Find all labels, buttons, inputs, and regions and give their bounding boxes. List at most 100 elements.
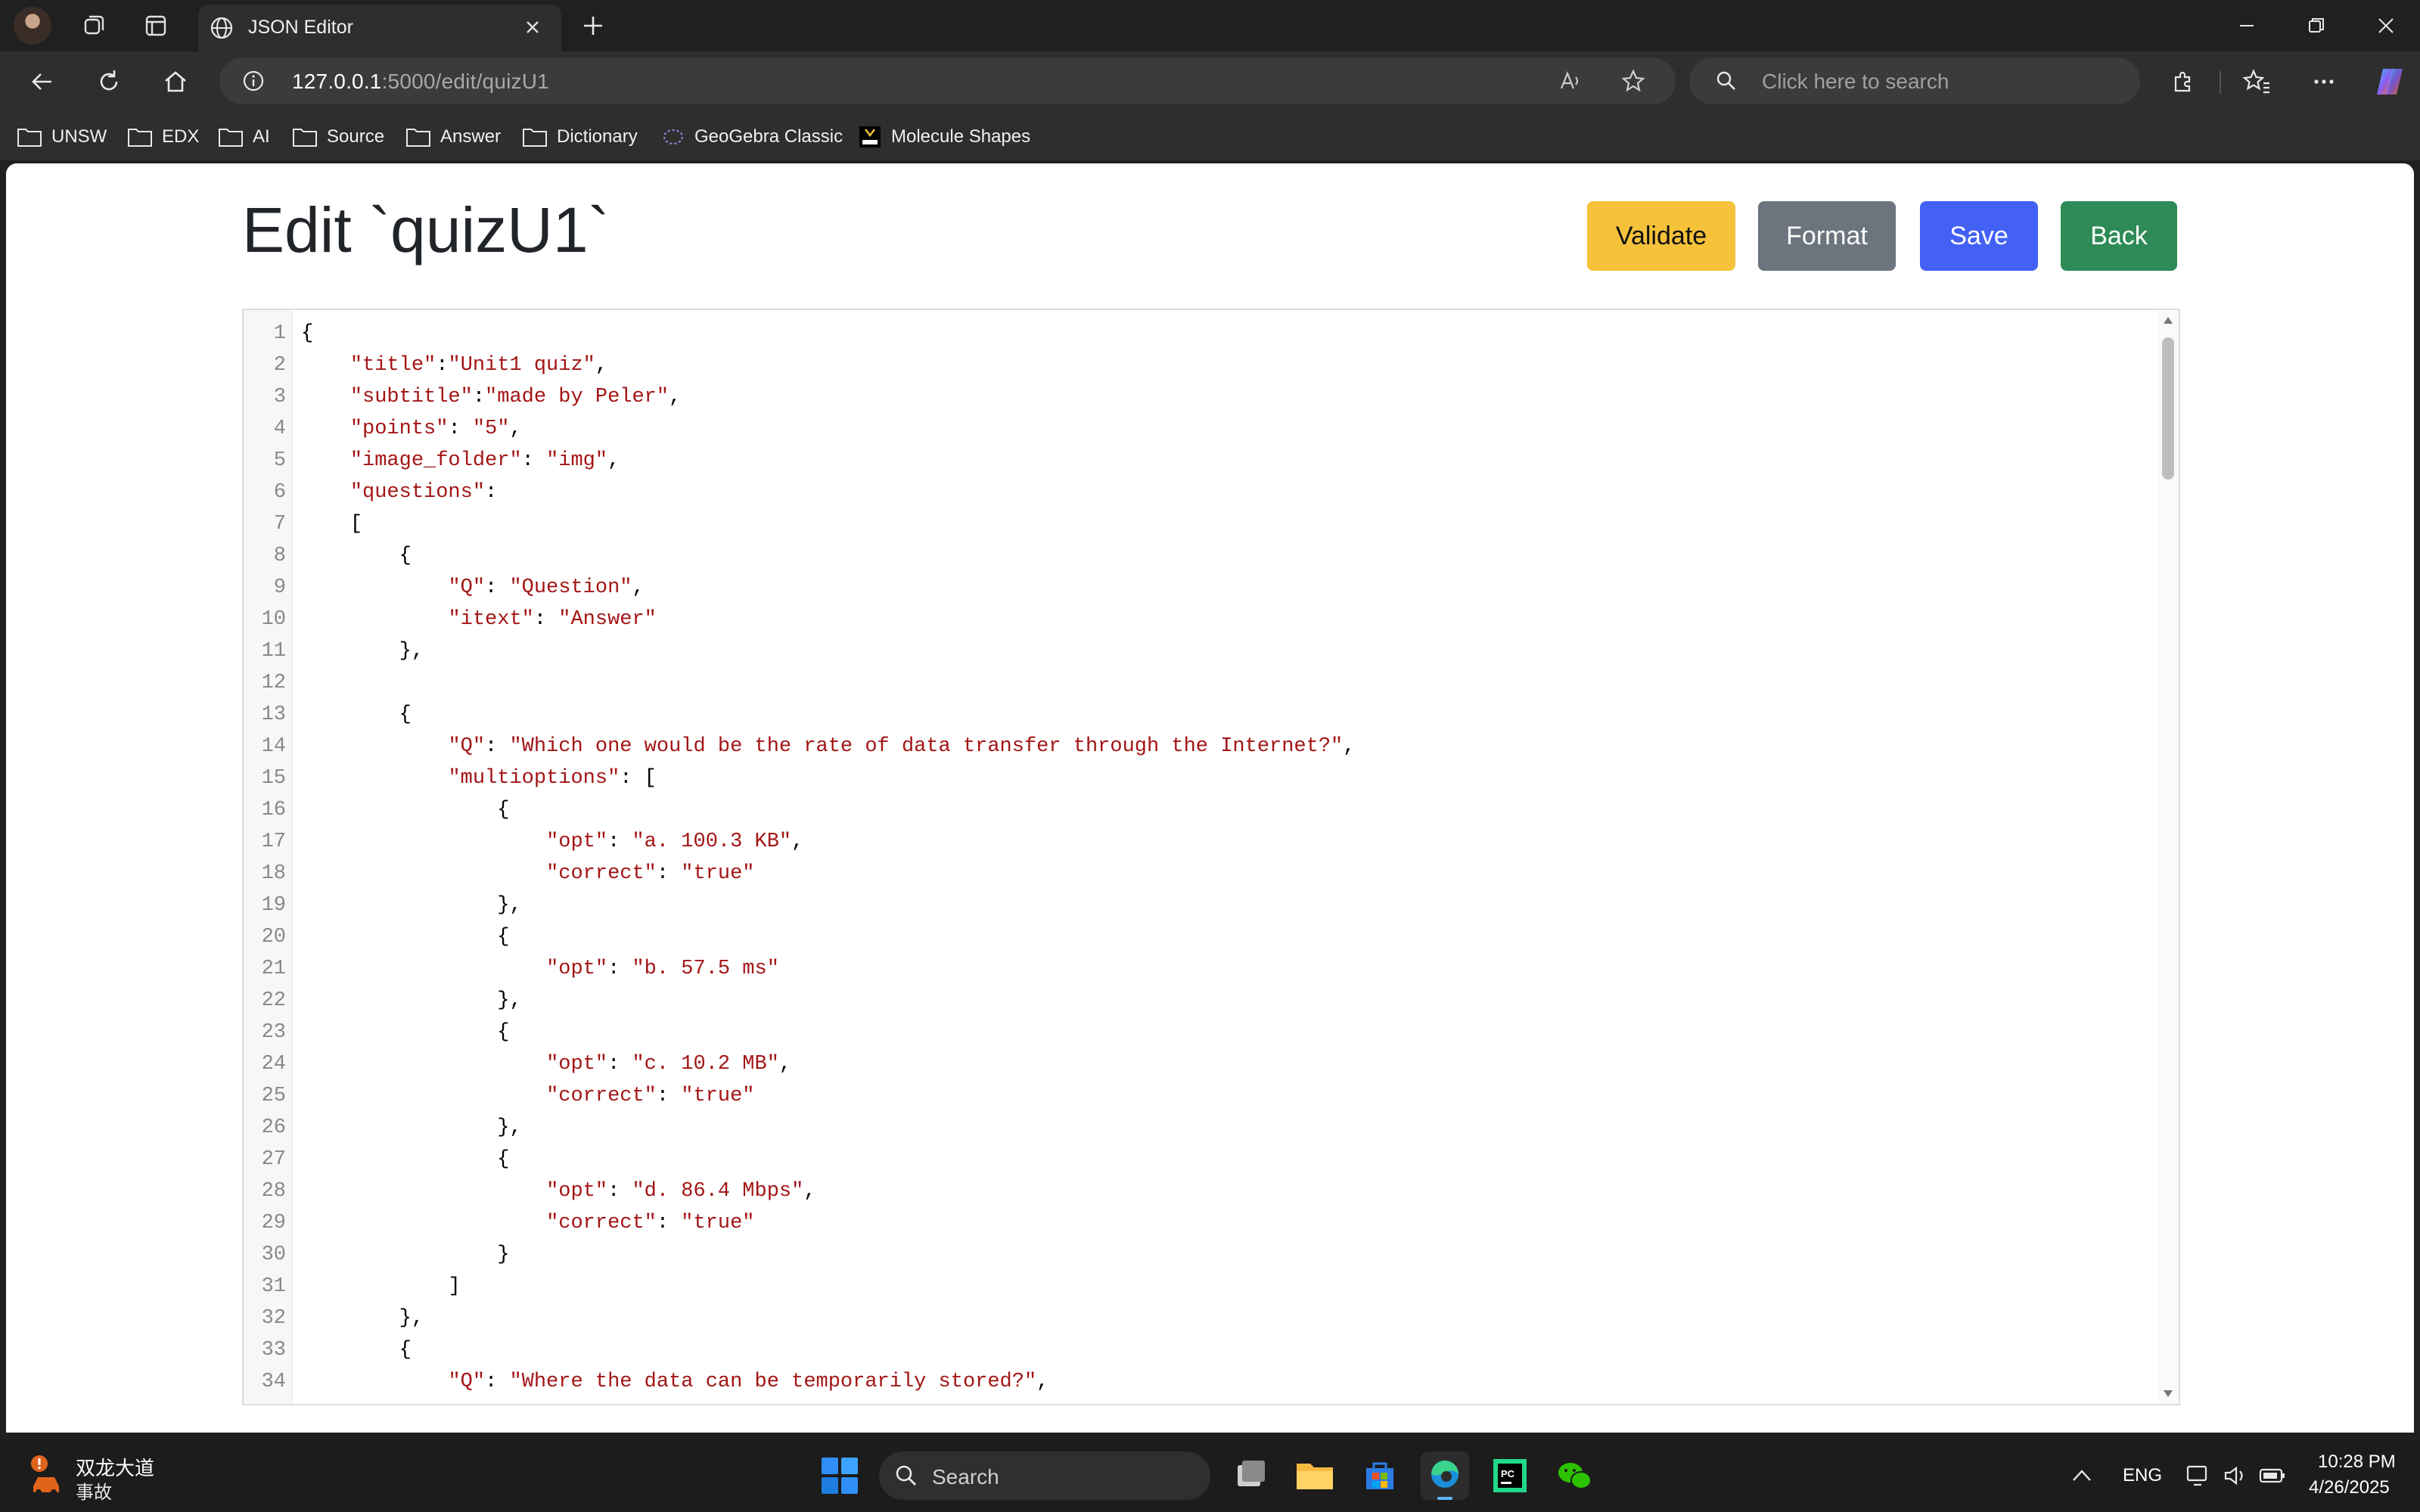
code-text: { — [301, 794, 509, 826]
save-button[interactable]: Save — [1920, 201, 2038, 271]
tab-json-editor[interactable]: JSON Editor — [198, 5, 561, 51]
geogebra-icon — [663, 129, 683, 144]
line-number: 24 — [261, 1053, 286, 1076]
json-string-token: "title" — [349, 354, 436, 377]
line-number: 14 — [261, 735, 286, 758]
favorite-geogebra[interactable]: GeoGebra Classic — [661, 124, 843, 150]
json-punctuation-token: }, — [399, 640, 424, 663]
task-view-icon[interactable] — [1226, 1451, 1274, 1500]
favorite-star-icon[interactable] — [1620, 68, 1646, 94]
favorite-folder-dictionary[interactable]: Dictionary — [522, 124, 638, 150]
pycharm-taskbar-button[interactable]: PC — [1486, 1451, 1534, 1500]
json-code-editor[interactable]: 1{2 "title":"Unit1 quiz", 3 "subtitle":"m… — [242, 309, 2180, 1405]
code-line: 31 ] — [244, 1271, 2156, 1302]
code-line: 9 "Q": "Question", — [244, 572, 2156, 604]
close-tab-icon[interactable] — [522, 17, 543, 38]
json-punctuation-token: , — [607, 449, 620, 472]
favorite-folder-source[interactable]: Source — [292, 124, 384, 150]
display-icon[interactable] — [2185, 1462, 2212, 1489]
microsoft-store-icon[interactable] — [1356, 1451, 1404, 1500]
windows-start-icon[interactable] — [820, 1456, 859, 1495]
line-number: 21 — [261, 958, 286, 980]
code-text: { — [301, 1017, 509, 1048]
edge-taskbar-button[interactable] — [1421, 1451, 1469, 1500]
json-string-token: "points" — [349, 418, 449, 440]
code-text: { — [301, 318, 313, 349]
json-string-token: "questions" — [349, 481, 486, 504]
json-string-token: "a. 100.3 KB" — [632, 831, 792, 853]
language-indicator[interactable]: ENG — [2123, 1465, 2162, 1486]
json-string-token: "made by Peler" — [485, 386, 669, 408]
extensions-icon[interactable] — [2168, 67, 2198, 97]
json-punctuation-token: , — [803, 1180, 816, 1203]
favorite-folder-answer[interactable]: Answer — [405, 124, 501, 150]
json-punctuation-token: : — [607, 1180, 632, 1203]
code-text: "opt": "b. 57.5 ms" — [301, 953, 779, 985]
favorite-molecule-shapes[interactable]: Molecule Shapes — [858, 124, 1030, 150]
code-text: "opt": "c. 10.2 MB", — [301, 1048, 791, 1080]
new-tab-icon[interactable] — [578, 11, 608, 41]
json-punctuation-token: { — [497, 799, 510, 821]
read-aloud-icon[interactable] — [1557, 68, 1583, 94]
close-window-icon[interactable] — [2372, 12, 2400, 39]
volume-icon[interactable] — [2221, 1462, 2248, 1489]
code-text: "Q": "Where the data can be temporarily … — [301, 1366, 1048, 1398]
favorite-folder-edx[interactable]: EDX — [127, 124, 199, 150]
profile-avatar[interactable] — [14, 7, 51, 45]
scrollbar-thumb[interactable] — [2162, 337, 2174, 480]
wechat-icon — [1558, 1463, 1592, 1489]
show-hidden-icons-chevron-up-icon[interactable] — [2070, 1465, 2094, 1486]
workspaces-icon[interactable] — [79, 11, 109, 41]
refresh-icon[interactable] — [94, 67, 124, 97]
code-text: { — [301, 1144, 509, 1175]
clock-time[interactable]: 10:28 PM — [2318, 1451, 2396, 1473]
json-punctuation-token: : — [448, 418, 473, 440]
back-button[interactable]: Back — [2061, 201, 2177, 271]
json-punctuation-token: }, — [497, 1116, 522, 1139]
folder-icon — [523, 129, 547, 147]
favorite-label: GeoGebra Classic — [694, 126, 843, 147]
validate-button[interactable]: Validate — [1587, 201, 1735, 271]
json-punctuation-token: : — [485, 481, 498, 504]
home-icon[interactable] — [160, 67, 191, 97]
back-arrow-icon[interactable] — [27, 67, 57, 97]
taskbar-search[interactable]: Search — [879, 1451, 1210, 1500]
wechat-taskbar-button[interactable] — [1551, 1451, 1599, 1500]
line-number: 27 — [261, 1148, 286, 1171]
code-text: }, — [301, 890, 521, 921]
favorites-icon[interactable] — [2242, 67, 2272, 97]
file-explorer-icon[interactable] — [1291, 1451, 1339, 1500]
json-string-token: "c. 10.2 MB" — [632, 1053, 779, 1076]
restore-icon[interactable] — [2303, 12, 2330, 39]
scroll-up-arrow-icon[interactable] — [2162, 315, 2174, 325]
code-text: }, — [301, 1112, 522, 1144]
code-line: 2 "title":"Unit1 quiz", — [244, 349, 2156, 381]
favorite-label: AI — [253, 126, 270, 147]
format-button[interactable]: Format — [1758, 201, 1896, 271]
folder-icon — [17, 129, 42, 147]
favorite-folder-ai[interactable]: AI — [218, 124, 270, 150]
minimize-icon[interactable] — [2233, 12, 2260, 39]
code-line: 33 { — [244, 1334, 2156, 1366]
clock-date[interactable]: 4/26/2025 — [2309, 1477, 2390, 1498]
json-punctuation-token: , — [669, 386, 682, 408]
code-line: 24 "opt": "c. 10.2 MB", — [244, 1048, 2156, 1080]
line-number: 33 — [261, 1339, 286, 1361]
battery-icon[interactable] — [2257, 1462, 2288, 1489]
code-text: }, — [301, 985, 521, 1017]
address-bar[interactable]: 127.0.0.1:5000/edit/quizU1 — [219, 57, 1676, 104]
tab-actions-icon[interactable] — [141, 11, 171, 41]
copilot-icon[interactable] — [2372, 64, 2407, 99]
line-number: 8 — [273, 545, 286, 567]
web-search-box[interactable]: Click here to search — [1689, 57, 2140, 104]
code-text: "Q": "Which one would be the rate of dat… — [301, 731, 1355, 762]
scroll-down-arrow-icon[interactable] — [2162, 1389, 2174, 1399]
json-string-token: "subtitle" — [349, 386, 473, 408]
favorite-label: UNSW — [51, 126, 107, 147]
more-options-icon[interactable] — [2309, 67, 2339, 97]
favorite-folder-unsw[interactable]: UNSW — [17, 124, 107, 150]
site-info-icon[interactable] — [242, 70, 265, 92]
code-text: { — [301, 540, 412, 572]
editor-scrollbar[interactable] — [2157, 310, 2179, 1404]
code-line: 25 "correct": "true" — [244, 1080, 2156, 1112]
